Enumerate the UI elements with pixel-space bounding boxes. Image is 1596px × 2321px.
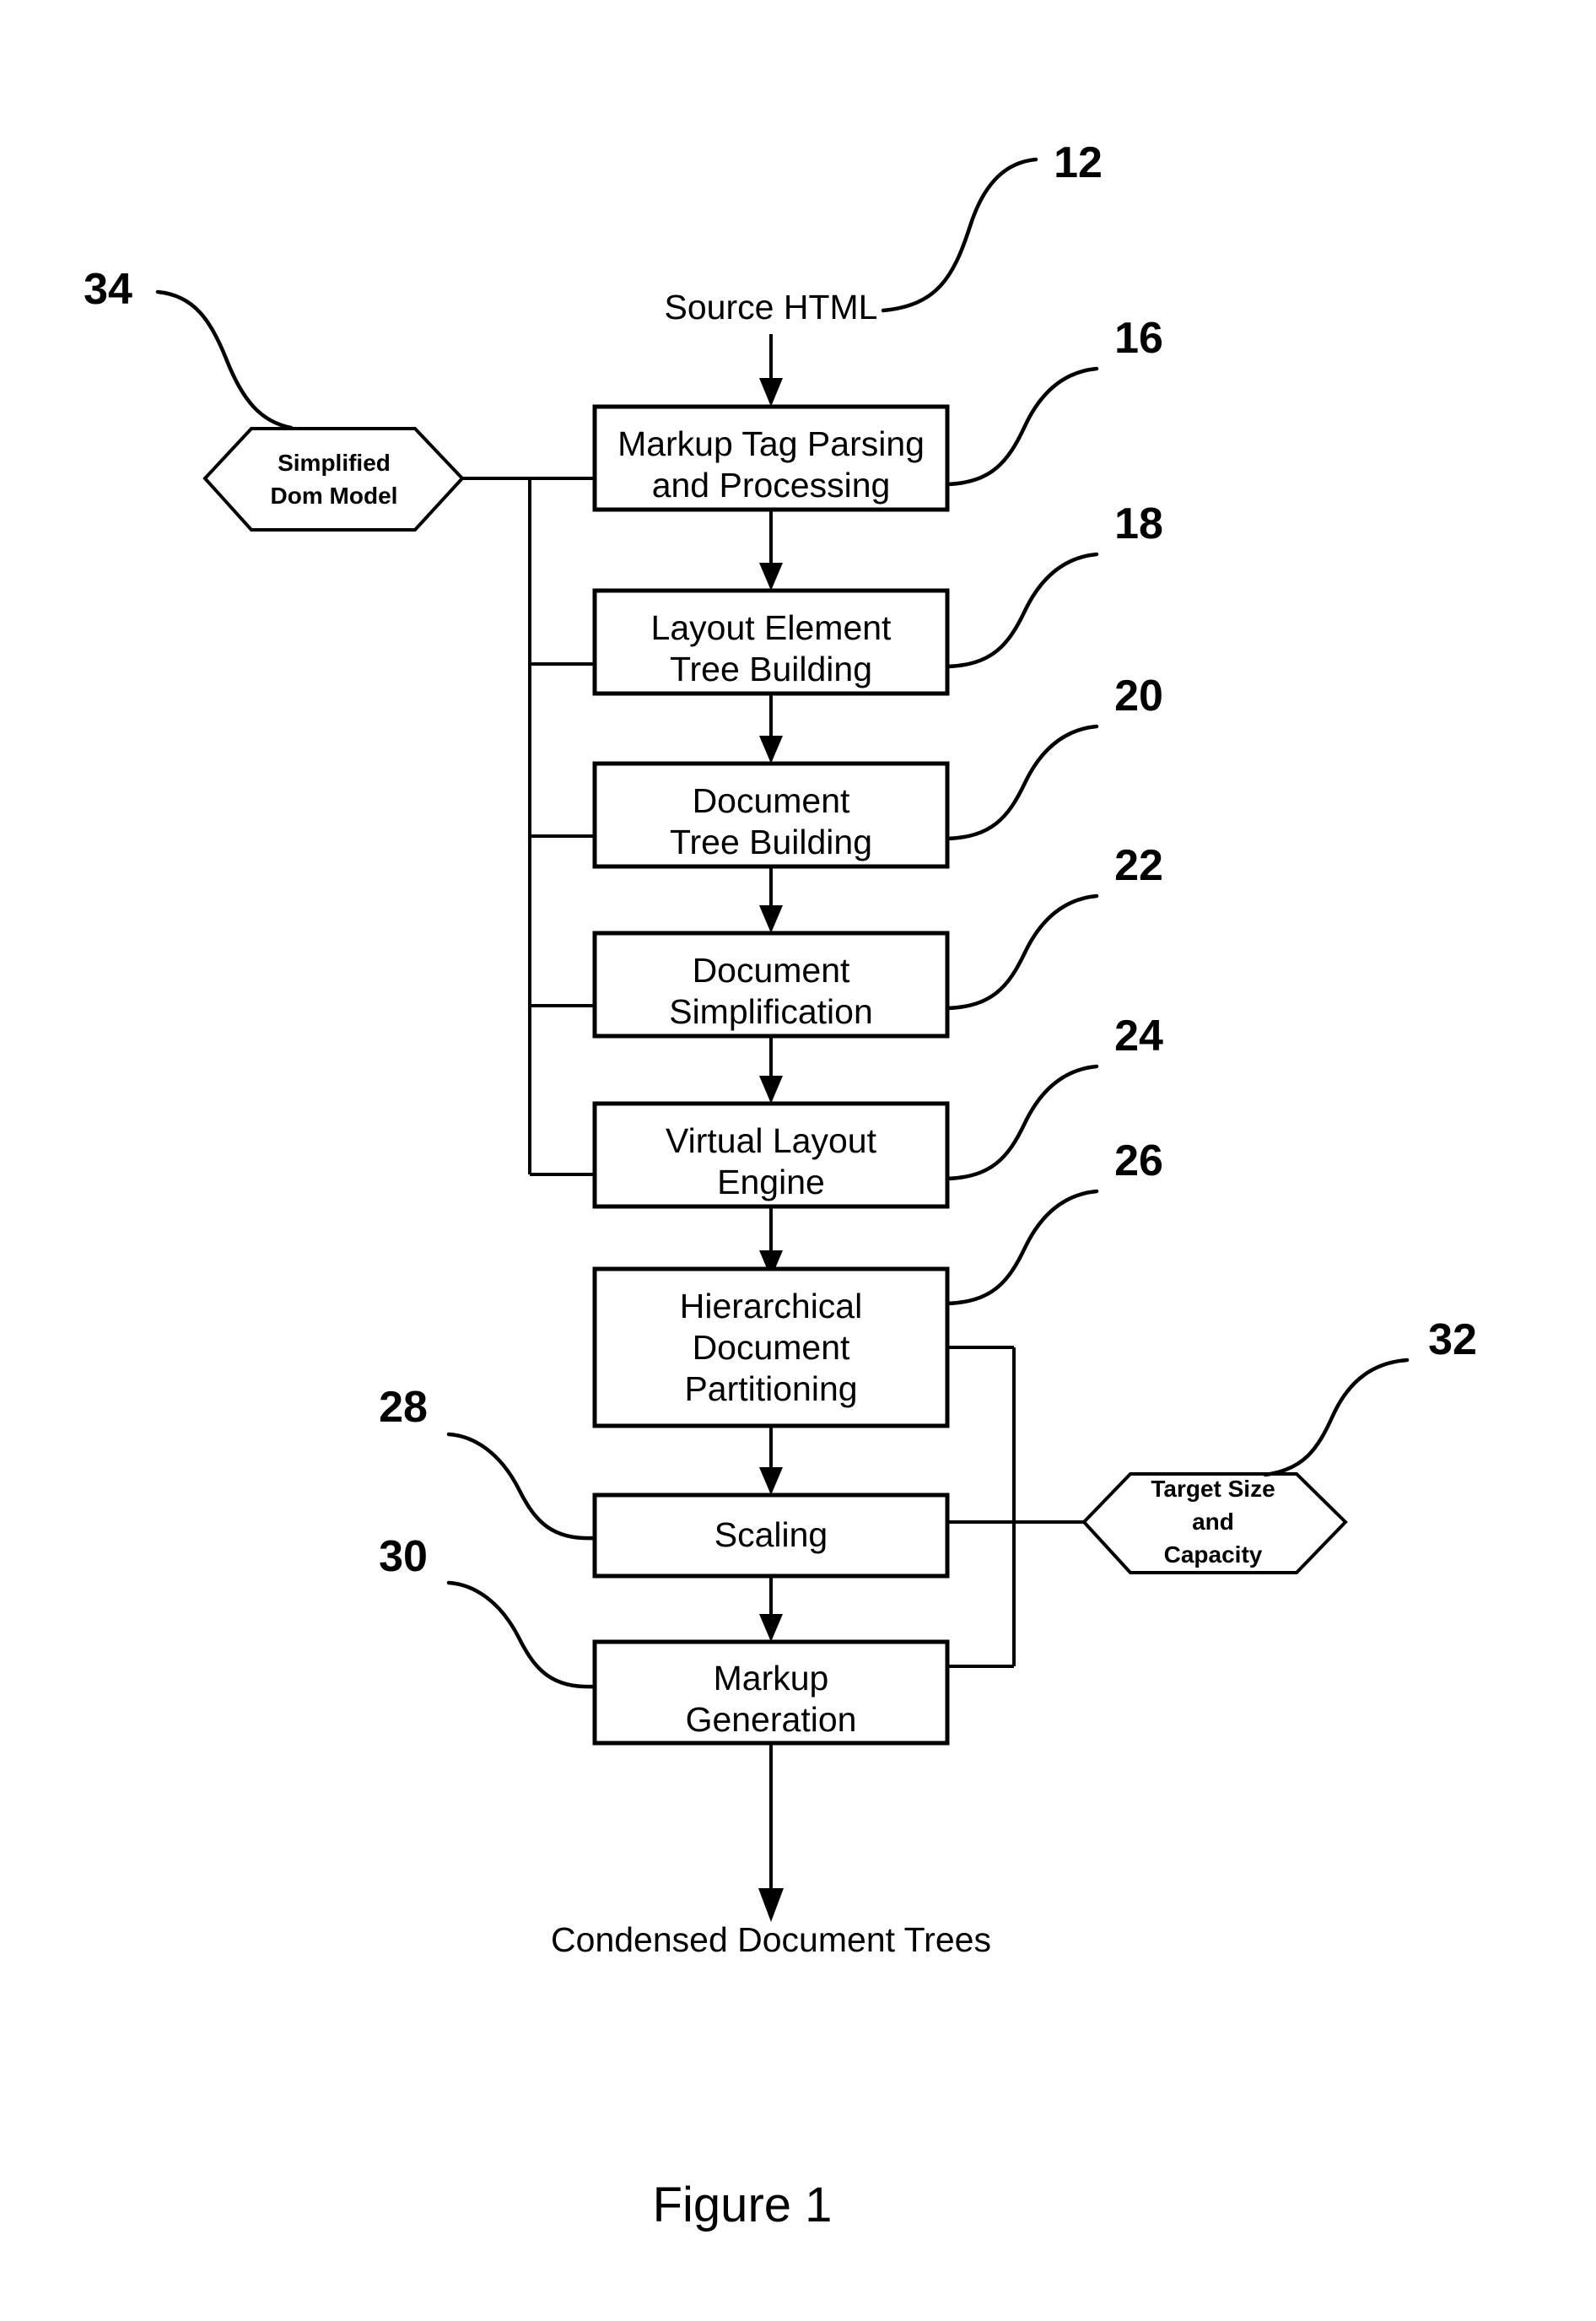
ref-numeral-18: 18	[1114, 499, 1163, 548]
ref-numeral-34: 34	[84, 265, 132, 314]
leader-line-26	[945, 1189, 1099, 1306]
box-scaling-line1: Scaling	[714, 1515, 828, 1554]
leader-line-20	[945, 724, 1099, 841]
leader-line-34	[155, 289, 294, 430]
arrow-head-26-28	[759, 1467, 783, 1495]
box-hierarchical-partitioning-line2: Document	[693, 1328, 850, 1367]
box-markup-tag-parsing-line2: and Processing	[652, 466, 891, 505]
leader-line-28	[446, 1432, 597, 1541]
box-markup-generation-line2: Generation	[686, 1700, 857, 1739]
leader-line-24	[945, 1064, 1099, 1181]
ref-numeral-28: 28	[379, 1383, 428, 1432]
box-hierarchical-partitioning-line1: Hierarchical	[680, 1287, 862, 1325]
input-arrow-head	[759, 378, 783, 407]
arrow-head-16-18	[759, 563, 783, 591]
box-virtual-layout-engine-line2: Engine	[717, 1163, 825, 1201]
leader-line-16	[945, 366, 1099, 487]
target-size-capacity-line3: Capacity	[1164, 1541, 1263, 1568]
box-document-simplification-line2: Simplification	[669, 992, 873, 1031]
arrow-head-28-30	[759, 1614, 783, 1642]
leader-line-12	[881, 157, 1038, 313]
ref-numeral-16: 16	[1114, 314, 1163, 363]
ref-numeral-32: 32	[1428, 1315, 1477, 1364]
arrow-head-22-24	[759, 1076, 783, 1104]
ref-numeral-24: 24	[1114, 1012, 1163, 1061]
arrow-head-18-20	[759, 736, 783, 764]
target-size-capacity-line1: Target Size	[1151, 1476, 1275, 1502]
ref-numeral-22: 22	[1114, 841, 1163, 890]
leader-line-30	[446, 1580, 597, 1689]
box-virtual-layout-engine-line1: Virtual Layout	[666, 1121, 877, 1160]
ref-numeral-20: 20	[1114, 672, 1163, 721]
box-hierarchical-partitioning-line3: Partitioning	[684, 1369, 857, 1408]
ref-numeral-26: 26	[1114, 1136, 1163, 1185]
simplified-dom-model-line1: Simplified	[278, 450, 391, 476]
figure-caption: Figure 1	[653, 2178, 833, 2232]
patent-figure-page: Source HTML 12 Simplified Dom Model 34 M…	[0, 0, 1596, 2321]
box-document-simplification-line1: Document	[693, 951, 850, 990]
condensed-document-trees-label: Condensed Document Trees	[551, 1920, 991, 1959]
output-arrow-head	[758, 1888, 784, 1922]
source-html-label: Source HTML	[665, 288, 878, 327]
box-layout-element-tree-line1: Layout Element	[651, 608, 892, 647]
flowchart-diagram: Source HTML 12 Simplified Dom Model 34 M…	[84, 138, 1477, 2232]
simplified-dom-model-hexagon	[202, 427, 465, 532]
box-document-tree-line2: Tree Building	[670, 823, 872, 861]
box-document-tree-line1: Document	[693, 781, 850, 820]
box-layout-element-tree-line2: Tree Building	[670, 650, 872, 688]
simplified-dom-model-line2: Dom Model	[271, 483, 398, 509]
target-size-capacity-line2: and	[1192, 1509, 1234, 1535]
leader-line-32	[1263, 1358, 1410, 1477]
leader-line-22	[945, 893, 1099, 1011]
arrow-head-20-22	[759, 905, 783, 933]
box-markup-generation-line1: Markup	[714, 1659, 829, 1698]
box-markup-tag-parsing-line1: Markup Tag Parsing	[617, 424, 925, 463]
ref-numeral-12: 12	[1054, 138, 1103, 187]
leader-line-18	[945, 552, 1099, 669]
ref-numeral-30: 30	[379, 1532, 428, 1581]
